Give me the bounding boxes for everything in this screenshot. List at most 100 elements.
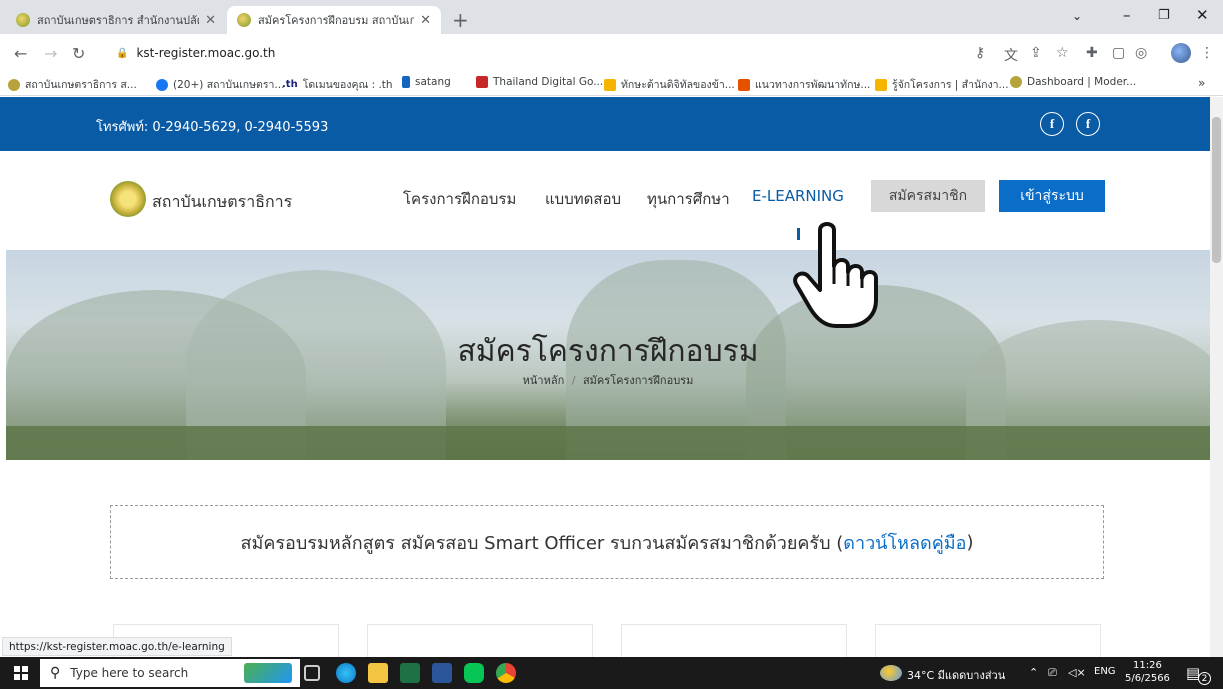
site-favicon-icon [1010, 76, 1022, 88]
task-view-icon[interactable] [304, 665, 320, 681]
search-icon: ⚲ [50, 665, 61, 681]
bookmark-item[interactable]: .th โดเมนของคุณ : .th [282, 76, 393, 93]
forward-arrow-icon[interactable]: → [44, 44, 57, 63]
taskbar-clock[interactable]: 11:26 5/6/2566 [1125, 659, 1170, 685]
bookmark-item[interactable]: แนวทางการพัฒนาทักษ... [738, 76, 870, 93]
bookmark-item[interactable]: ทักษะด้านดิจิทัลของข้า... [604, 76, 735, 93]
edge-icon[interactable] [336, 663, 356, 683]
notification-badge: 2 [1198, 672, 1211, 685]
menu-kebab-icon[interactable]: ⋮ [1200, 45, 1214, 61]
page-title: สมัครโครงการฝึกอบรม [457, 334, 759, 369]
breadcrumb-separator: / [571, 374, 576, 387]
close-icon[interactable]: ✕ [205, 13, 216, 28]
bookmark-item[interactable]: สถาบันเกษตราธิการ ส... [8, 76, 137, 93]
back-arrow-icon[interactable]: ← [14, 44, 27, 63]
tray-chevron-icon[interactable]: ⌃ [1029, 666, 1038, 679]
facebook-icon [156, 78, 168, 91]
windows-taskbar: ⚲ Type here to search 34°C มีแดดบางส่วน … [0, 657, 1223, 689]
nav-training[interactable]: โครงการฝึกอบรม [403, 187, 516, 211]
bookmarks-overflow-icon[interactable]: » [1198, 76, 1205, 90]
bookmarks-bar: สถาบันเกษตราธิการ ส... (20+) สถาบันเกษตร… [0, 72, 1223, 96]
register-button[interactable]: สมัครสมาชิก [871, 180, 985, 212]
notice-box: สมัครอบรมหลักสูตร สมัครสอบ Smart Officer… [110, 505, 1104, 579]
page-scrollbar[interactable] [1210, 97, 1223, 657]
hand-pointer-icon [793, 222, 878, 328]
extensions-icon[interactable]: ✚ [1086, 45, 1098, 61]
site-favicon-icon [8, 78, 20, 91]
contact-topbar: โทรศัพท์: 0-2940-5629, 0-2940-5593 f f [0, 97, 1210, 151]
window-close-icon[interactable]: ✕ [1196, 6, 1209, 24]
folder-icon [875, 78, 887, 91]
language-indicator[interactable]: ENG [1094, 666, 1116, 677]
address-bar[interactable]: 🔒 kst-register.moac.go.th [106, 41, 946, 65]
network-icon[interactable]: ⎚ [1048, 666, 1057, 680]
tree-line [6, 426, 1210, 460]
tab-title: สถาบันเกษตราธิการ สำนักงานปลัดกระ [37, 14, 199, 27]
key-icon[interactable]: ⚷ [975, 45, 985, 61]
clock-time: 11:26 [1133, 660, 1162, 671]
reload-icon[interactable]: ↻ [72, 44, 85, 63]
nav-test[interactable]: แบบทดสอบ [545, 187, 621, 211]
url-text: kst-register.moac.go.th [136, 46, 276, 60]
translate-icon[interactable]: 文 [1004, 45, 1018, 65]
scrollbar-thumb[interactable] [1212, 117, 1221, 263]
minimize-icon[interactable]: – [1123, 6, 1131, 24]
satang-icon [402, 76, 410, 88]
link-status-bubble: https://kst-register.moac.go.th/e-learni… [2, 637, 232, 656]
search-placeholder: Type here to search [70, 666, 189, 680]
weather-icon[interactable] [880, 665, 902, 681]
volume-muted-icon[interactable]: ◁× [1068, 666, 1086, 679]
site-header: สถาบันเกษตราธิการ โครงการฝึกอบรม แบบทดสอ… [0, 151, 1210, 250]
line-icon[interactable] [464, 663, 484, 683]
tab-search-chevron-icon[interactable]: ⌄ [1072, 9, 1082, 23]
bookmark-item[interactable]: (20+) สถาบันเกษตรา... [156, 76, 284, 93]
new-tab-icon[interactable]: + [452, 8, 469, 32]
tab-search-icon[interactable]: ◎ [1135, 45, 1147, 61]
course-card[interactable] [621, 624, 847, 657]
share-icon[interactable]: ⇪ [1030, 45, 1042, 61]
restore-icon[interactable]: ❐ [1158, 8, 1170, 23]
profile-avatar[interactable] [1171, 43, 1191, 63]
close-icon[interactable]: ✕ [420, 13, 431, 28]
star-icon[interactable]: ☆ [1056, 45, 1069, 61]
bookmark-item[interactable]: satang [402, 76, 451, 88]
windows-start-icon[interactable] [14, 666, 28, 680]
bookmark-item[interactable]: Thailand Digital Go... [476, 76, 603, 88]
weather-text[interactable]: 34°C มีแดดบางส่วน [907, 666, 1005, 684]
tdga-icon [476, 76, 488, 88]
chrome-icon[interactable] [496, 663, 516, 683]
nav-scholarship[interactable]: ทุนการศึกษา [647, 187, 730, 211]
th-icon: .th [282, 78, 298, 90]
notice-text: สมัครอบรมหลักสูตร สมัครสอบ Smart Officer… [240, 532, 844, 554]
breadcrumb: หน้าหลัก / สมัครโครงการฝึกอบรม [6, 371, 1210, 389]
file-explorer-icon[interactable] [368, 663, 388, 683]
facebook-icon[interactable]: f [1040, 112, 1064, 136]
browser-tab[interactable]: สถาบันเกษตราธิการ สำนักงานปลัดกระ ✕ [6, 6, 226, 34]
bookmark-item[interactable]: รู้จักโครงการ | สำนักงา... [875, 76, 1009, 93]
word-icon[interactable] [432, 663, 452, 683]
bookmark-item[interactable]: Dashboard | Moder... [1010, 76, 1136, 88]
hero-banner: สมัครโครงการฝึกอบรม หน้าหลัก / สมัครโครง… [6, 250, 1210, 460]
course-card[interactable] [367, 624, 593, 657]
browser-tab-strip: สถาบันเกษตราธิการ สำนักงานปลัดกระ ✕ สมัค… [0, 0, 1223, 34]
course-card[interactable] [875, 624, 1101, 657]
phone-number: โทรศัพท์: 0-2940-5629, 0-2940-5593 [96, 120, 329, 135]
site-favicon-icon [738, 78, 750, 91]
login-button[interactable]: เข้าสู่ระบบ [999, 180, 1105, 212]
site-favicon-icon [16, 13, 30, 27]
clock-date: 5/6/2566 [1125, 673, 1170, 684]
folder-icon [604, 78, 616, 91]
widgets-icon[interactable] [244, 663, 292, 683]
side-panel-icon[interactable]: ▢ [1112, 45, 1125, 61]
excel-icon[interactable] [400, 663, 420, 683]
nav-e-learning[interactable]: E-LEARNING [752, 187, 844, 205]
browser-tab-active[interactable]: สมัครโครงการฝึกอบรม สถาบันเกษตรา ✕ [227, 6, 441, 34]
institute-logo[interactable] [110, 181, 146, 217]
browser-toolbar: ← → ↻ 🔒 kst-register.moac.go.th ⚷ 文 ⇪ ☆ … [0, 34, 1223, 72]
site-favicon-icon [237, 13, 251, 27]
facebook-icon[interactable]: f [1076, 112, 1100, 136]
tab-title: สมัครโครงการฝึกอบรม สถาบันเกษตรา [258, 14, 415, 27]
manual-download-link[interactable]: ดาวน์โหลดคู่มือ [843, 528, 966, 557]
breadcrumb-home[interactable]: หน้าหลัก [523, 374, 565, 387]
logo-text[interactable]: สถาบันเกษตราธิการ [152, 190, 292, 215]
